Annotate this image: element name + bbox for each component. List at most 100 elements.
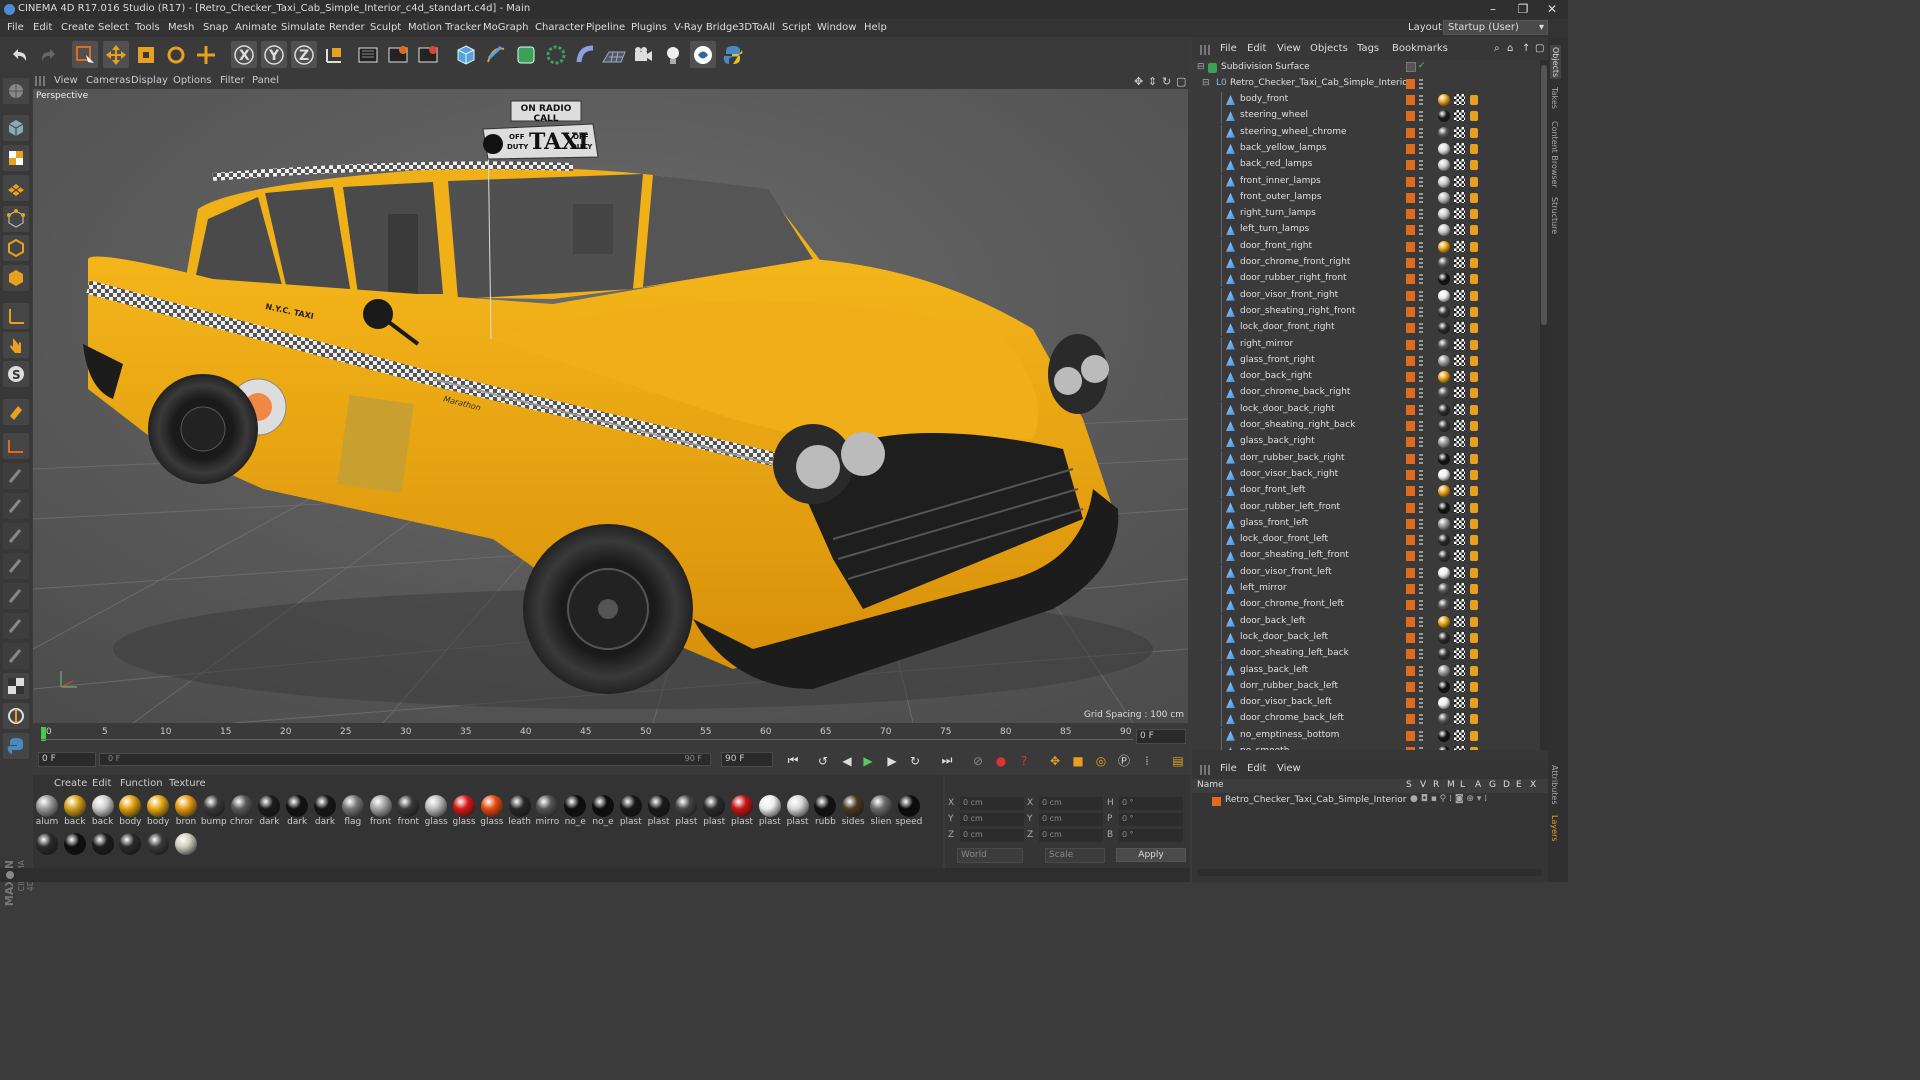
material-tag-icon[interactable] xyxy=(1438,534,1450,547)
scrollbar-thumb[interactable] xyxy=(1541,65,1547,325)
selection-tag-icon[interactable] xyxy=(1470,486,1478,497)
selection-tag-icon[interactable] xyxy=(1470,323,1478,334)
object-row[interactable]: body_front xyxy=(1192,92,1540,108)
texture-mode-icon[interactable] xyxy=(3,145,29,171)
menu-select[interactable]: Select xyxy=(98,22,129,33)
uvw-tag-icon[interactable] xyxy=(1454,354,1465,366)
material-tag-icon[interactable] xyxy=(1438,289,1450,302)
pen-spline-icon[interactable] xyxy=(483,41,509,68)
key-pla-icon[interactable]: ⁞ xyxy=(1138,752,1156,769)
uvw-tag-icon[interactable] xyxy=(1454,142,1465,154)
object-row[interactable]: door_front_right xyxy=(1192,238,1540,255)
uvw-tag-icon[interactable] xyxy=(1454,746,1465,750)
material-tag-icon[interactable] xyxy=(1438,240,1450,253)
material-swatch[interactable]: dark xyxy=(311,795,339,827)
live-select-icon[interactable] xyxy=(72,41,98,68)
visibility-dots-icon[interactable] xyxy=(1419,665,1423,676)
object-row[interactable]: door_chrome_back_left xyxy=(1192,711,1540,728)
material-tag-icon[interactable] xyxy=(1438,142,1450,155)
previous-frame-icon[interactable]: ◀ xyxy=(838,752,856,769)
material-tag-icon[interactable] xyxy=(1438,94,1450,106)
timeline-window-icon[interactable]: ▤ xyxy=(1169,752,1187,769)
material-swatch[interactable]: body xyxy=(144,795,172,827)
object-row[interactable]: door_sheating_right_front xyxy=(1192,303,1540,320)
collapse-icon[interactable]: ⊟ xyxy=(1197,62,1205,72)
tab-structure[interactable]: Structure xyxy=(1550,197,1559,234)
object-row-root[interactable]: ⊟ Subdivision Surface ✓ xyxy=(1192,60,1540,76)
material-tag-icon[interactable] xyxy=(1438,631,1450,644)
coordinate-system-icon[interactable] xyxy=(321,41,347,68)
material-swatch[interactable]: plast xyxy=(672,795,700,827)
selection-tag-icon[interactable] xyxy=(1470,225,1478,236)
selection-tag-icon[interactable] xyxy=(1470,616,1478,627)
visibility-dots-icon[interactable] xyxy=(1419,469,1423,480)
material-tag-icon[interactable] xyxy=(1438,208,1450,221)
material-swatch[interactable]: plast xyxy=(645,795,673,827)
viewport-menu-cameras[interactable]: Cameras xyxy=(86,75,130,86)
menu-mograph[interactable]: MoGraph xyxy=(483,22,528,33)
menu-script[interactable]: Script xyxy=(782,22,811,33)
timeline-ruler[interactable]: 0 5 10 15 20 25 30 35 40 45 50 55 60 65 … xyxy=(33,723,1188,747)
visibility-dots-icon[interactable] xyxy=(1419,502,1423,513)
uvw-tag-icon[interactable] xyxy=(1454,697,1465,709)
uvw-tag-icon[interactable] xyxy=(1454,713,1465,725)
uvw-tag-icon[interactable] xyxy=(1454,322,1465,334)
objects-menu-file[interactable]: File xyxy=(1220,43,1237,54)
material-swatch[interactable]: back xyxy=(61,795,89,827)
selection-tag-icon[interactable] xyxy=(1470,567,1478,578)
uvw-tag-icon[interactable] xyxy=(1454,289,1465,301)
objects-menu-bookmarks[interactable]: Bookmarks xyxy=(1392,43,1448,54)
selection-tag-icon[interactable] xyxy=(1470,649,1478,660)
selection-tag-icon[interactable] xyxy=(1470,714,1478,725)
material-swatch[interactable]: body xyxy=(116,795,144,827)
up-arrow-icon[interactable]: ↑ xyxy=(1522,43,1530,54)
visibility-dots-icon[interactable] xyxy=(1419,681,1423,692)
material-swatch[interactable]: no_e xyxy=(561,795,589,827)
axis-mode-icon[interactable] xyxy=(3,303,29,329)
coordinate-field[interactable]: 0 cm xyxy=(1039,797,1103,810)
viewport-rotate-icon[interactable]: ↻ xyxy=(1162,75,1171,88)
make-editable-icon[interactable] xyxy=(3,78,29,104)
menu-file[interactable]: File xyxy=(7,22,24,33)
object-row[interactable]: lock_door_back_right xyxy=(1192,401,1540,418)
frame-range-slider[interactable]: 0 F 90 F xyxy=(99,753,711,766)
tab-takes[interactable]: Takes xyxy=(1550,87,1559,109)
object-row[interactable]: right_mirror xyxy=(1192,336,1540,353)
drag-handle-icon[interactable] xyxy=(1200,45,1210,55)
material-menu-function[interactable]: Function xyxy=(120,778,163,789)
selection-tag-icon[interactable] xyxy=(1470,453,1478,464)
uvw-tag-icon[interactable] xyxy=(1454,420,1465,431)
object-row[interactable]: door_chrome_back_right xyxy=(1192,385,1540,402)
material-tag-icon[interactable] xyxy=(1438,680,1450,693)
menu-animate[interactable]: Animate xyxy=(235,22,277,33)
material-tag-icon[interactable] xyxy=(1438,599,1450,612)
selection-tag-icon[interactable] xyxy=(1470,339,1478,350)
menu-simulate[interactable]: Simulate xyxy=(281,22,325,33)
visibility-dots-icon[interactable] xyxy=(1419,290,1423,301)
material-tag-icon[interactable] xyxy=(1438,273,1450,286)
layer-color-swatch[interactable] xyxy=(1212,797,1221,806)
selection-tag-icon[interactable] xyxy=(1470,730,1478,741)
uvw-tag-icon[interactable] xyxy=(1454,273,1465,285)
material-tag-icon[interactable] xyxy=(1438,615,1450,628)
objects-menu-edit[interactable]: Edit xyxy=(1247,43,1266,54)
material-swatch[interactable]: glass xyxy=(450,795,478,827)
material-tag-icon[interactable] xyxy=(1438,305,1450,318)
uvw-tag-icon[interactable] xyxy=(1454,615,1465,627)
material-tag-icon[interactable] xyxy=(1438,387,1450,400)
visibility-dots-icon[interactable] xyxy=(1419,584,1423,594)
rotate-icon[interactable] xyxy=(163,41,189,68)
selection-tag-icon[interactable] xyxy=(1470,632,1478,643)
material-swatch[interactable]: slien xyxy=(867,795,895,827)
layer-horizontal-scrollbar[interactable] xyxy=(1197,869,1542,876)
selection-tag-icon[interactable] xyxy=(1470,404,1478,415)
coordinate-field[interactable]: 0 ° xyxy=(1119,797,1183,810)
object-row[interactable]: lock_door_back_left xyxy=(1192,629,1540,646)
edit-render-settings-icon[interactable] xyxy=(415,41,441,68)
model-mode-icon[interactable] xyxy=(3,115,29,141)
object-row[interactable]: left_mirror xyxy=(1192,581,1540,597)
object-row[interactable]: door_sheating_left_back xyxy=(1192,646,1540,663)
previous-key-icon[interactable]: ↺ xyxy=(814,752,832,769)
object-row[interactable]: left_turn_lamps xyxy=(1192,222,1540,239)
visibility-dots-icon[interactable] xyxy=(1419,616,1423,627)
